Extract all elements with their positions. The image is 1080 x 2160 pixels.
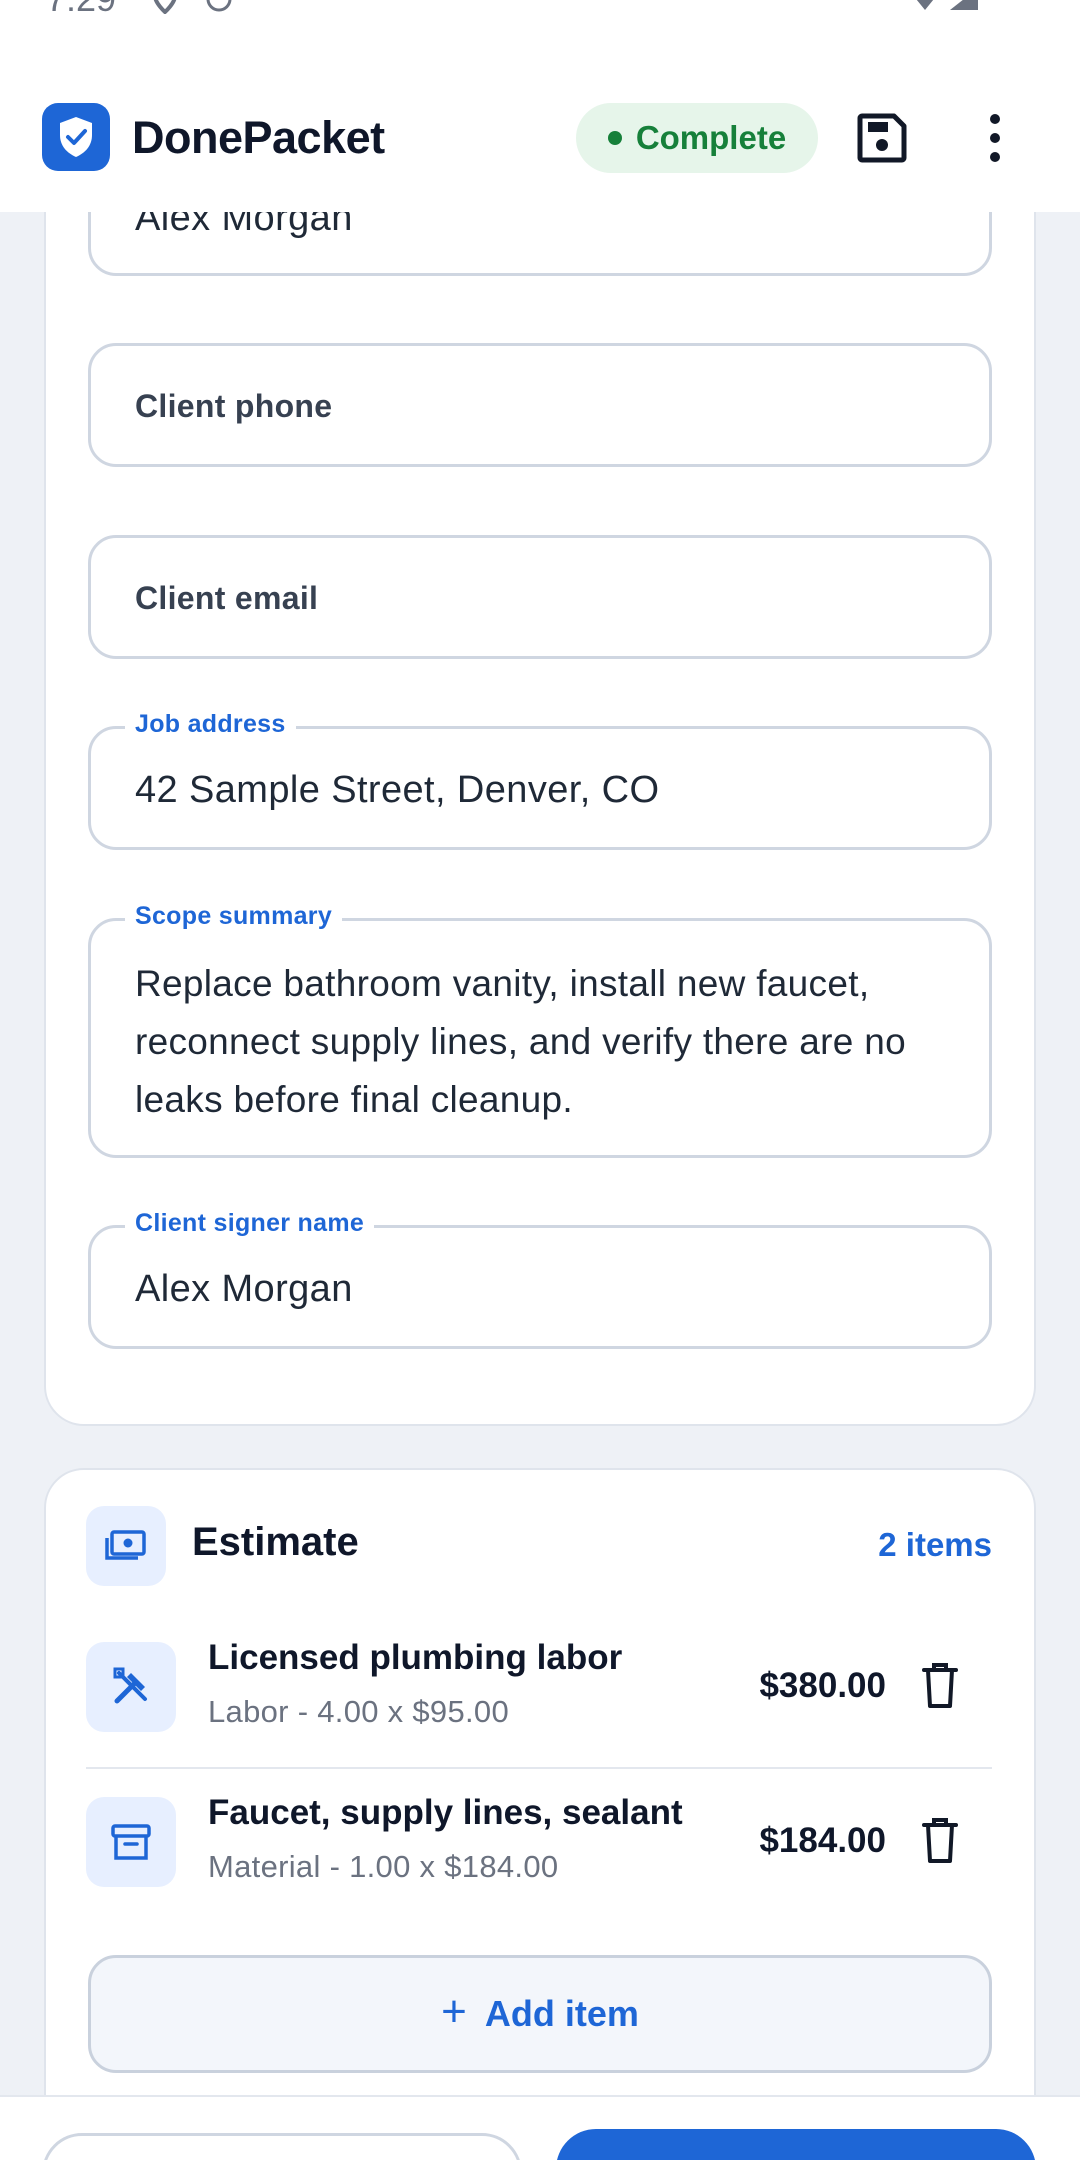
line-item-amount: $380.00 xyxy=(759,1666,886,1705)
tools-icon xyxy=(113,1667,147,1704)
client-signer-field[interactable]: Client signer name Alex Morgan xyxy=(88,1209,992,1349)
primary-action-button[interactable] xyxy=(556,2129,1036,2160)
divider xyxy=(86,1767,992,1769)
line-item-name: Licensed plumbing labor xyxy=(208,1638,623,1677)
add-item-label: Add item xyxy=(484,1993,639,2034)
scope-summary-label: Scope summary xyxy=(125,902,343,931)
client-email-field[interactable]: Client email xyxy=(88,535,992,659)
shield-check-icon xyxy=(60,117,92,157)
line-item-name: Faucet, supply lines, sealant xyxy=(208,1793,683,1832)
line-item-amount: $184.00 xyxy=(759,1821,886,1860)
location-icon xyxy=(153,0,177,14)
status-bar: 7:29 xyxy=(0,0,1080,52)
signal-icon xyxy=(950,0,978,10)
estimate-title: Estimate xyxy=(192,1520,359,1564)
scope-summary-field[interactable]: Scope summary Replace bathroom vanity, i… xyxy=(88,902,992,1158)
line-item[interactable]: Faucet, supply lines, sealant Material -… xyxy=(86,1787,992,1907)
line-item-detail: Labor - 4.00 x $95.00 xyxy=(208,1694,510,1729)
status-text: Complete xyxy=(635,119,787,156)
client-signer-value: Alex Morgan xyxy=(135,1268,353,1310)
line-item-icon-box xyxy=(86,1797,176,1887)
status-dot xyxy=(607,131,622,145)
app-bar: DonePacket Complete xyxy=(0,52,1080,212)
save-icon[interactable] xyxy=(854,110,910,166)
client-phone-placeholder: Client phone xyxy=(135,388,333,424)
more-vert-icon[interactable] xyxy=(975,108,1015,168)
estimate-item-count: 2 items xyxy=(878,1526,992,1563)
client-signer-label: Client signer name xyxy=(125,1209,375,1238)
job-address-label: Job address xyxy=(125,710,296,739)
status-badge[interactable]: Complete xyxy=(576,103,818,173)
estimate-icon-box xyxy=(86,1506,166,1586)
secondary-action-button[interactable] xyxy=(42,2133,522,2160)
plus-icon: + xyxy=(441,1987,467,2036)
alarm-icon xyxy=(206,0,232,12)
status-time: 7:29 xyxy=(46,0,116,20)
line-item-icon-box xyxy=(86,1642,176,1732)
app-title: DonePacket xyxy=(132,112,385,163)
delete-icon[interactable] xyxy=(920,1660,960,1710)
wifi-icon xyxy=(916,0,934,10)
archive-box-icon xyxy=(111,1824,151,1860)
job-address-field[interactable]: Job address 42 Sample Street, Denver, CO xyxy=(88,710,992,850)
add-item-button[interactable]: + Add item xyxy=(88,1955,992,2073)
scope-summary-value: Replace bathroom vanity, install new fau… xyxy=(135,963,906,1120)
client-phone-field[interactable]: Client phone xyxy=(88,343,992,467)
bottom-action-bar xyxy=(0,2095,1080,2160)
line-item[interactable]: Licensed plumbing labor Labor - 4.00 x $… xyxy=(86,1632,992,1752)
delete-icon[interactable] xyxy=(920,1815,960,1865)
line-item-detail: Material - 1.00 x $184.00 xyxy=(208,1849,559,1884)
logo xyxy=(42,103,110,171)
client-email-placeholder: Client email xyxy=(135,580,319,616)
job-address-value: 42 Sample Street, Denver, CO xyxy=(135,769,660,811)
payments-icon xyxy=(105,1530,146,1560)
